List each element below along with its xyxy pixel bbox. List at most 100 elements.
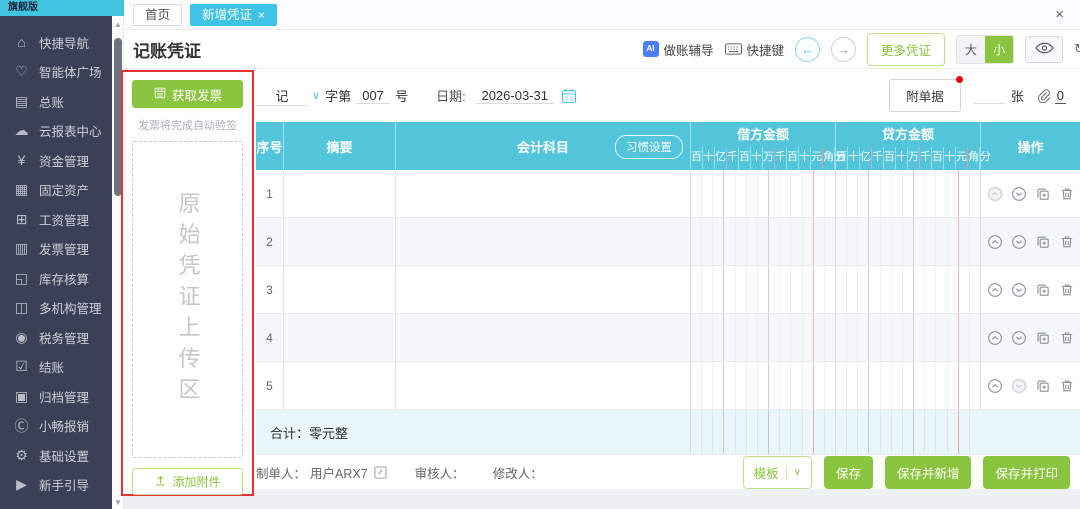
- sidebar-item-org[interactable]: ◫ 多机构管理: [0, 294, 112, 322]
- font-size-small-button[interactable]: 小: [985, 35, 1014, 63]
- insert-copy-icon[interactable]: [1035, 282, 1051, 298]
- template-button[interactable]: 模板 ∨: [742, 455, 812, 489]
- sidebar-item-reimburse[interactable]: Ⓒ 小畅报销: [0, 412, 112, 440]
- refresh-button[interactable]: ↻ 刷新: [1074, 40, 1080, 59]
- sidebar-item-archive[interactable]: ▣ 归档管理: [0, 382, 112, 410]
- move-up-icon[interactable]: [986, 185, 1003, 202]
- credit-amount-cell[interactable]: [835, 218, 980, 265]
- delete-row-icon[interactable]: [1059, 186, 1075, 202]
- template-dropdown-icon[interactable]: ∨: [794, 467, 801, 478]
- attachment-count[interactable]: 0: [1054, 88, 1066, 104]
- debit-amount-cell[interactable]: [690, 362, 835, 409]
- habit-settings-button[interactable]: 习惯设置: [615, 135, 683, 159]
- ai-coach-button[interactable]: AI 做账辅导: [642, 40, 714, 59]
- sheet-count-input[interactable]: [972, 88, 1005, 104]
- delete-row-icon[interactable]: [1059, 378, 1075, 394]
- voucher-number-input[interactable]: 007: [356, 88, 391, 104]
- move-down-icon[interactable]: [1010, 377, 1027, 394]
- summary-cell[interactable]: [283, 266, 395, 313]
- delete-row-icon[interactable]: [1059, 282, 1075, 298]
- sidebar-item-heart[interactable]: ♡ 智能体广场: [0, 58, 112, 86]
- sidebar-item-invoice[interactable]: ▥ 发票管理: [0, 235, 112, 263]
- sidebar-item-ledger[interactable]: ▤ 总账: [0, 87, 112, 115]
- attach-documents-button[interactable]: 附单据: [889, 76, 963, 112]
- summary-cell[interactable]: [283, 170, 395, 217]
- sidebar-item-settings[interactable]: ⚙ 基础设置: [0, 441, 112, 469]
- move-down-icon[interactable]: [1011, 186, 1027, 202]
- save-and-new-button[interactable]: 保存并新增: [884, 455, 972, 489]
- delete-row-icon[interactable]: [1059, 234, 1075, 250]
- account-cell[interactable]: [395, 362, 690, 409]
- digit-cell: [812, 410, 824, 454]
- sidebar-item-guide[interactable]: ▶ 新手引导: [0, 471, 112, 499]
- move-up-icon[interactable]: [987, 234, 1003, 250]
- credit-amount-cell[interactable]: [835, 362, 980, 409]
- insert-copy-icon[interactable]: [1035, 186, 1051, 202]
- account-cell[interactable]: [395, 170, 690, 217]
- account-cell[interactable]: [395, 218, 690, 265]
- column-actions: 操作: [980, 122, 1080, 170]
- calendar-icon[interactable]: [561, 88, 577, 104]
- more-vouchers-button[interactable]: 更多凭证: [867, 32, 946, 66]
- ledger-icon: ▤: [14, 92, 29, 109]
- add-attachment-button[interactable]: 添加附件: [132, 468, 243, 495]
- save-button[interactable]: 保存: [823, 455, 873, 489]
- insert-copy-icon[interactable]: [1035, 378, 1051, 394]
- heart-icon: ♡: [15, 63, 28, 80]
- move-down-icon[interactable]: [1011, 282, 1027, 298]
- sidebar-item-home[interactable]: ⌂ 快捷导航: [0, 28, 112, 56]
- tab-home[interactable]: 首页: [133, 3, 183, 26]
- upload-dropzone[interactable]: 原始凭证上传区: [132, 141, 243, 458]
- sidebar-item-label: 小畅报销: [39, 420, 90, 435]
- scroll-up-icon[interactable]: ▲: [112, 20, 124, 29]
- move-up-icon[interactable]: [987, 378, 1003, 394]
- credit-amount-cell[interactable]: [835, 266, 980, 313]
- move-up-icon[interactable]: [987, 330, 1003, 346]
- debit-amount-cell[interactable]: [690, 266, 835, 313]
- back-button[interactable]: ←: [795, 36, 821, 62]
- voucher-type-dropdown-icon[interactable]: ∨: [312, 89, 320, 102]
- credit-amount-cell[interactable]: [835, 314, 980, 361]
- save-and-print-button[interactable]: 保存并打印: [983, 455, 1070, 489]
- debit-amount-cell[interactable]: [690, 218, 835, 265]
- get-invoice-button[interactable]: 获取发票: [132, 80, 243, 108]
- close-icon[interactable]: ×: [1055, 6, 1064, 23]
- tab-new-voucher[interactable]: 新增凭证 ×: [190, 3, 278, 26]
- debit-amount-cell[interactable]: [690, 314, 835, 361]
- hotkeys-button[interactable]: 快捷键: [724, 40, 784, 59]
- account-cell[interactable]: [395, 266, 690, 313]
- date-input[interactable]: 2026-03-31: [475, 88, 554, 104]
- sidebar-item-tax[interactable]: ◉ 税务管理: [0, 323, 112, 351]
- credit-amount-cell[interactable]: [835, 170, 980, 217]
- digit-cell: [756, 410, 768, 454]
- summary-cell[interactable]: [283, 362, 395, 409]
- sidebar-item-payroll[interactable]: ⊞ 工资管理: [0, 205, 112, 233]
- digit-cell: [890, 410, 902, 454]
- sidebar-item-funds[interactable]: ¥ 资金管理: [0, 146, 112, 174]
- debit-amount-cell[interactable]: [690, 170, 835, 217]
- move-down-icon[interactable]: [1011, 330, 1027, 346]
- edit-pencil-icon[interactable]: [374, 465, 387, 479]
- digit-cell: [691, 410, 701, 454]
- sidebar-item-inventory[interactable]: ◱ 库存核算: [0, 264, 112, 292]
- account-cell[interactable]: [395, 314, 690, 361]
- voucher-type-input[interactable]: 记: [256, 86, 308, 106]
- insert-copy-icon[interactable]: [1035, 234, 1051, 250]
- sidebar-item-cloud-report[interactable]: ☁ 云报表中心: [0, 117, 112, 145]
- sidebar-item-fixed-assets[interactable]: ▦ 固定资产: [0, 176, 112, 204]
- eye-button[interactable]: [1025, 35, 1064, 63]
- summary-cell[interactable]: [283, 314, 395, 361]
- font-size-large-button[interactable]: 大: [957, 35, 986, 63]
- tab-close-icon[interactable]: ×: [258, 5, 265, 25]
- digit-cell: [968, 362, 980, 409]
- paperclip-icon[interactable]: [1036, 88, 1051, 103]
- summary-cell[interactable]: [283, 218, 395, 265]
- delete-row-icon[interactable]: [1059, 330, 1075, 346]
- insert-copy-icon[interactable]: [1035, 330, 1051, 346]
- sidebar-item-closing[interactable]: ☑ 结账: [0, 353, 112, 381]
- fixed-assets-icon: ▦: [14, 181, 29, 198]
- scroll-down-icon[interactable]: ▼: [112, 498, 124, 507]
- move-down-icon[interactable]: [1011, 234, 1027, 250]
- forward-button[interactable]: →: [831, 36, 857, 62]
- move-up-icon[interactable]: [987, 282, 1003, 298]
